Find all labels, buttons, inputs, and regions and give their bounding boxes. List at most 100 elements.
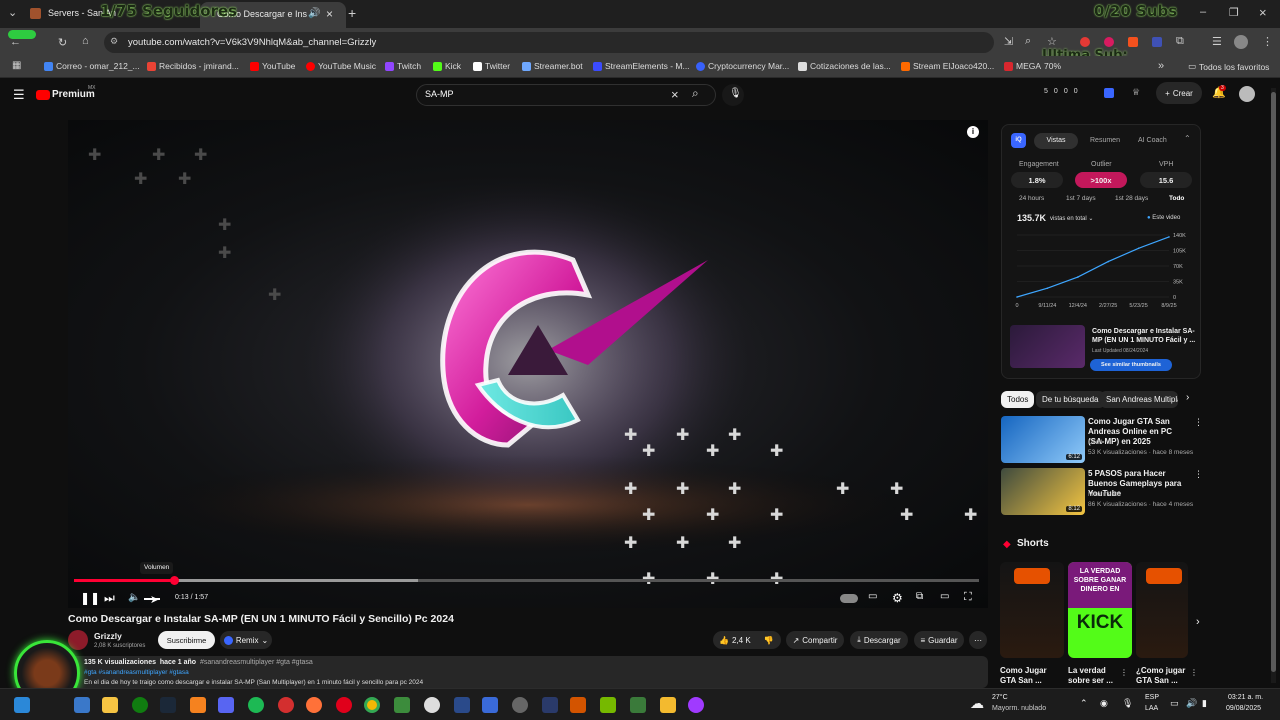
bookmark-item[interactable]: Cryptocurrency Mar... bbox=[696, 61, 789, 71]
more-options-icon[interactable]: ⋮ bbox=[1194, 469, 1203, 480]
extension-icon[interactable] bbox=[1080, 37, 1090, 47]
short-title[interactable]: ¿Como jugar GTA San ... bbox=[1136, 666, 1192, 686]
extension-icon[interactable] bbox=[1104, 37, 1114, 47]
channel-avatar[interactable] bbox=[68, 630, 88, 650]
app-icon[interactable] bbox=[190, 697, 206, 713]
search-input[interactable]: SA-MP × bbox=[416, 84, 716, 106]
bookmark-item[interactable]: Streamer.bot bbox=[522, 61, 583, 71]
file-explorer-icon[interactable] bbox=[102, 697, 118, 713]
more-actions-button[interactable]: ⋯ bbox=[969, 631, 987, 649]
download-button[interactable]: ⤓ Descargar bbox=[850, 631, 908, 649]
profile-avatar[interactable] bbox=[1234, 35, 1248, 49]
tab-search-icon[interactable]: ⌄ bbox=[8, 6, 17, 19]
tray-app-icon[interactable]: ◉ bbox=[1100, 698, 1108, 709]
range-28d[interactable]: 1st 28 days bbox=[1115, 195, 1148, 202]
short-thumbnail[interactable] bbox=[1000, 562, 1064, 658]
chevron-right-icon[interactable]: › bbox=[1186, 392, 1189, 403]
short-title[interactable]: La verdad sobre ser ... bbox=[1068, 666, 1128, 686]
reload-icon[interactable]: ↻ bbox=[58, 36, 67, 49]
bookmark-item[interactable]: Kick bbox=[433, 61, 461, 71]
install-icon[interactable]: ⇲ bbox=[1004, 35, 1013, 48]
bookmark-item[interactable]: Correo - omar_212_... bbox=[44, 61, 140, 71]
hashtags[interactable]: #sanandreasmultiplayer #gta #gtasa bbox=[200, 659, 313, 666]
home-icon[interactable]: ⌂ bbox=[82, 35, 89, 47]
microphone-icon[interactable]: 🎙 bbox=[1122, 698, 1133, 709]
short-thumbnail[interactable] bbox=[1136, 562, 1188, 658]
theater-mode-icon[interactable]: ▭ bbox=[940, 591, 949, 602]
obs-icon[interactable] bbox=[424, 697, 440, 713]
bookmark-item[interactable]: Twitter bbox=[473, 61, 510, 71]
apps-grid-icon[interactable]: ▦ bbox=[12, 60, 21, 71]
desktop-icon[interactable] bbox=[74, 697, 90, 713]
discord-icon[interactable] bbox=[218, 697, 234, 713]
clear-search-icon[interactable]: × bbox=[671, 87, 679, 102]
reading-list-icon[interactable]: ☰ bbox=[1212, 35, 1222, 48]
back-icon[interactable]: ← bbox=[10, 36, 21, 48]
start-windows-icon[interactable] bbox=[14, 697, 30, 713]
save-button[interactable]: ≡ Guardar bbox=[914, 631, 964, 649]
zoom-icon[interactable]: ⌕ bbox=[1025, 35, 1031, 48]
steam-icon[interactable] bbox=[160, 697, 176, 713]
bookmark-star-icon[interactable]: ☆ bbox=[1047, 35, 1057, 48]
network-icon[interactable]: ▭ bbox=[1170, 698, 1179, 709]
menu-icon[interactable]: ⋮ bbox=[1262, 35, 1273, 48]
app-icon[interactable] bbox=[688, 697, 704, 713]
voice-search-button[interactable]: 🎙 bbox=[722, 84, 744, 106]
extension-icon[interactable] bbox=[1128, 37, 1138, 47]
share-button[interactable]: ↗ Compartir bbox=[786, 631, 844, 649]
clock-time[interactable]: 03:21 a. m. bbox=[1228, 694, 1263, 701]
more-bookmarks-icon[interactable]: » bbox=[1158, 60, 1164, 72]
spotify-icon[interactable] bbox=[248, 697, 264, 713]
all-favorites-folder[interactable]: ▭ Todos los favoritos bbox=[1188, 61, 1269, 72]
shorts-next-icon[interactable]: › bbox=[1196, 616, 1200, 628]
new-tab-icon[interactable]: + bbox=[348, 5, 356, 21]
dislike-icon[interactable]: 👎 bbox=[764, 636, 774, 645]
create-button[interactable]: + Crear bbox=[1156, 82, 1202, 104]
page-scrollbar[interactable] bbox=[1271, 88, 1276, 683]
collapse-icon[interactable]: ⌃ bbox=[1184, 134, 1191, 143]
range-7d[interactable]: 1st 7 days bbox=[1066, 195, 1096, 202]
maximize-icon[interactable]: ❐ bbox=[1229, 6, 1239, 19]
app-icon[interactable] bbox=[542, 697, 558, 713]
extension-icon[interactable] bbox=[1152, 37, 1162, 47]
progress-scrubber[interactable] bbox=[169, 576, 179, 585]
extensions-puzzle-icon[interactable]: ⧉ bbox=[1176, 35, 1184, 48]
close-window-icon[interactable]: × bbox=[1259, 5, 1267, 20]
subtitles-icon[interactable]: ▭ bbox=[868, 591, 877, 602]
binance-icon[interactable] bbox=[660, 697, 676, 713]
recommendation-title[interactable]: Como Jugar GTA San Andreas Online en PC … bbox=[1088, 417, 1188, 447]
remix-button[interactable]: Remix ⌄ bbox=[220, 631, 272, 649]
like-count[interactable]: 2,4 K bbox=[732, 636, 751, 645]
range-24h[interactable]: 24 hours bbox=[1019, 195, 1044, 202]
info-icon[interactable]: i bbox=[967, 126, 979, 138]
fullscreen-icon[interactable]: ⛶ bbox=[964, 591, 972, 604]
channel-name[interactable]: Grizzly bbox=[94, 631, 122, 641]
app-icon[interactable] bbox=[278, 697, 294, 713]
site-info-icon[interactable]: ⚙ bbox=[110, 36, 118, 47]
tab-vistas[interactable]: Vistas bbox=[1034, 133, 1078, 149]
account-avatar[interactable] bbox=[1239, 86, 1255, 102]
more-options-icon[interactable]: ⋮ bbox=[1120, 668, 1128, 677]
tray-chevron-icon[interactable]: ⌃ bbox=[1080, 698, 1088, 709]
bookmark-item[interactable]: MEGA 70% bbox=[1004, 61, 1061, 71]
recommendation-channel[interactable]: Dixel bbox=[1088, 439, 1102, 446]
app-icon[interactable] bbox=[394, 697, 410, 713]
chip-san-andreas[interactable]: San Andreas Multipla bbox=[1100, 391, 1178, 408]
recommendation-channel[interactable]: Mitormento bbox=[1088, 491, 1121, 498]
similar-thumbnails-button[interactable]: See similar thumbnails bbox=[1090, 359, 1172, 371]
app-icon[interactable] bbox=[630, 697, 646, 713]
autoplay-toggle[interactable] bbox=[840, 594, 858, 603]
trophy-icon[interactable]: ♕ bbox=[1132, 87, 1140, 98]
recommendation-thumbnail[interactable]: 6:12 bbox=[1001, 416, 1085, 463]
subscribe-button[interactable]: Suscribirme bbox=[158, 631, 215, 649]
more-options-icon[interactable]: ⋮ bbox=[1190, 668, 1198, 677]
chip-de-tu-busqueda[interactable]: De tu búsqueda bbox=[1036, 391, 1105, 408]
chip-todos[interactable]: Todos bbox=[1001, 391, 1035, 408]
minimize-icon[interactable]: – bbox=[1200, 6, 1206, 18]
range-all[interactable]: Todo bbox=[1169, 195, 1184, 202]
firefox-icon[interactable] bbox=[306, 697, 322, 713]
volume-icon[interactable]: 🔈 bbox=[128, 592, 140, 603]
close-tab-icon[interactable]: × bbox=[326, 7, 333, 21]
thumbnail-preview[interactable] bbox=[1010, 325, 1085, 368]
opera-icon[interactable] bbox=[336, 697, 352, 713]
